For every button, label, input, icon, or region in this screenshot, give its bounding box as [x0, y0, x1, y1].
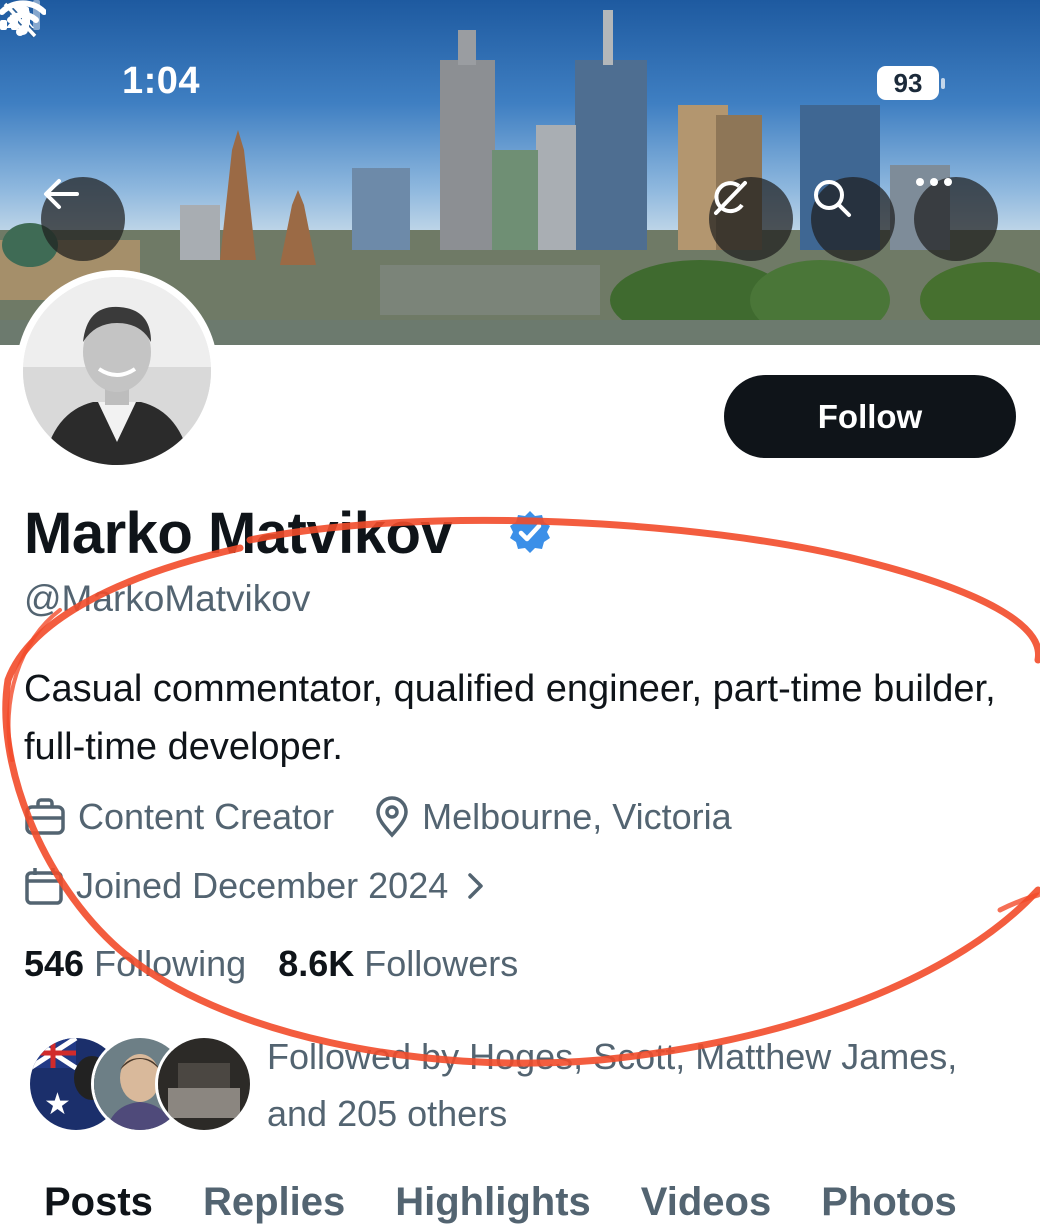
following-count: 546: [24, 943, 85, 984]
location-pin-icon: [376, 796, 408, 838]
follow-button[interactable]: Follow: [724, 375, 1016, 458]
more-options-button[interactable]: [914, 177, 998, 261]
search-icon: [814, 180, 851, 217]
mutual-followers-avatars[interactable]: ★: [27, 1035, 253, 1133]
grok-button[interactable]: [709, 177, 793, 261]
calendar-icon: [25, 868, 63, 905]
tab-videos[interactable]: Videos: [641, 1180, 771, 1225]
status-time: 1:04: [122, 60, 201, 102]
wifi-icon: [0, 0, 46, 35]
avatar-image: [23, 277, 211, 465]
followed-by-text[interactable]: Followed by Hoges, Scott, Matthew James,…: [267, 1028, 1027, 1142]
battery-indicator: 93: [877, 66, 945, 100]
location-item: Melbourne, Victoria: [374, 796, 732, 838]
category-text: Content Creator: [78, 796, 335, 837]
joined-item[interactable]: Joined December 2024: [24, 865, 502, 907]
more-icon: [916, 178, 952, 186]
following-link[interactable]: 546 Following: [24, 943, 246, 984]
following-label: Following: [94, 943, 247, 984]
tab-photos[interactable]: Photos: [821, 1180, 957, 1225]
joined-row[interactable]: Joined December 2024: [24, 865, 502, 907]
back-arrow-icon: [44, 179, 79, 209]
verified-badge-icon[interactable]: [506, 509, 554, 557]
profile-meta-row: Content Creator Melbourne, Victoria: [24, 796, 732, 838]
profile-tabs: Posts Replies Highlights Videos Photos: [44, 1180, 1007, 1225]
svg-text:★: ★: [44, 1087, 71, 1122]
tab-posts[interactable]: Posts: [44, 1180, 153, 1225]
joined-text: Joined December 2024: [76, 865, 449, 906]
profile-avatar[interactable]: [16, 270, 218, 472]
chevron-right-icon: [468, 873, 483, 899]
category-item: Content Creator: [24, 796, 334, 838]
profile-bio: Casual commentator, qualified engineer, …: [24, 668, 996, 768]
location-text: Melbourne, Victoria: [422, 796, 732, 837]
profile-name: Marko Matvikov: [24, 501, 453, 566]
briefcase-icon: [25, 798, 65, 835]
follow-counts: 546 Following 8.6K Followers: [24, 943, 518, 985]
followers-label: Followers: [364, 943, 519, 984]
tab-highlights[interactable]: Highlights: [395, 1180, 591, 1225]
back-button[interactable]: [41, 177, 125, 261]
search-button[interactable]: [811, 177, 895, 261]
grok-icon: [714, 181, 747, 215]
tab-replies[interactable]: Replies: [203, 1180, 345, 1225]
mutual-avatar: [155, 1035, 253, 1133]
followers-link[interactable]: 8.6K Followers: [278, 943, 518, 984]
followers-count: 8.6K: [278, 943, 355, 984]
profile-handle: @MarkoMatvikov: [24, 578, 311, 619]
